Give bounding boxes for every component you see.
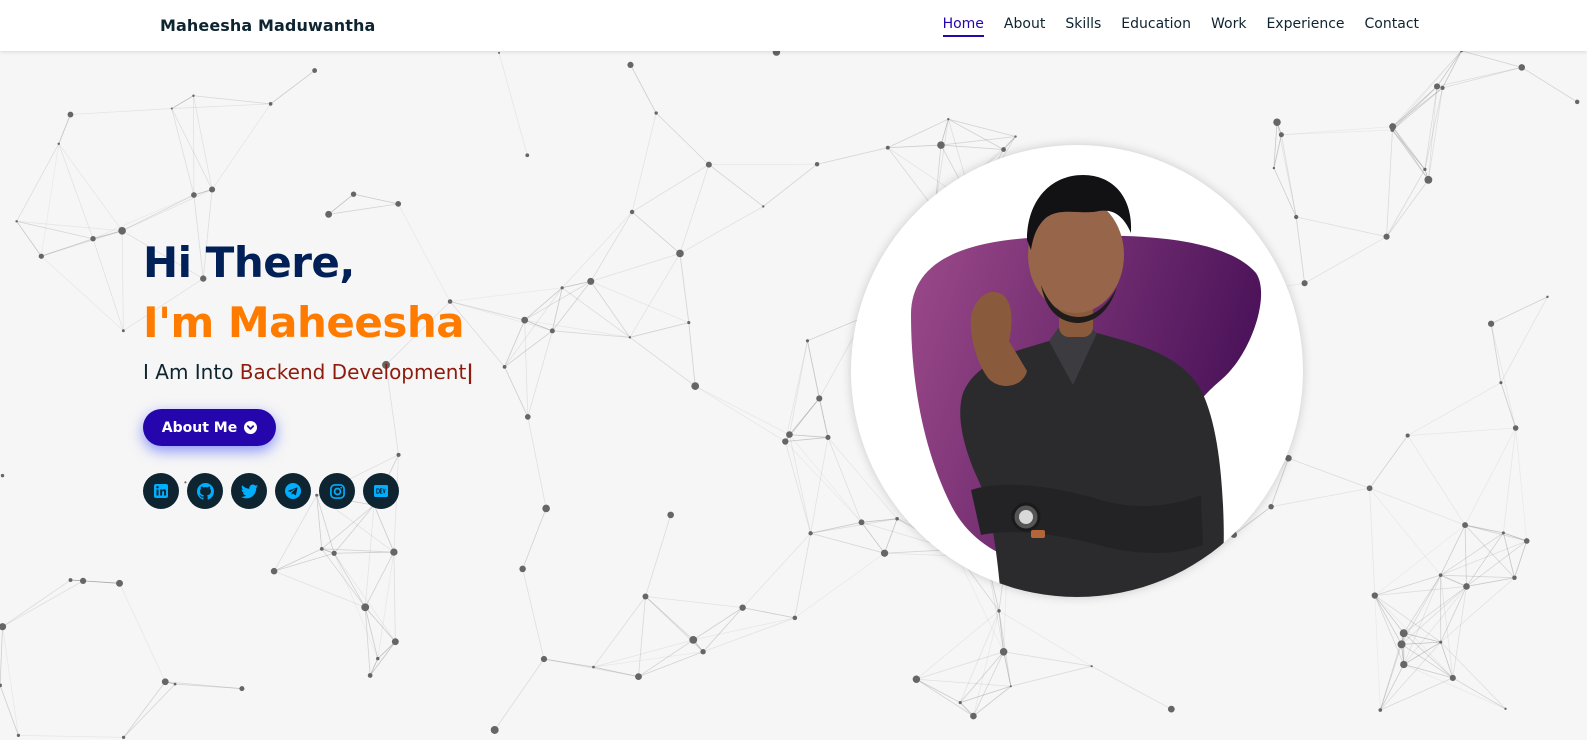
instagram-link[interactable]: [319, 473, 355, 509]
about-me-button-label: About Me: [161, 419, 238, 436]
nav-contact[interactable]: Contact: [1365, 16, 1419, 37]
telegram-icon: [285, 483, 301, 499]
hero-content: Hi There, I'm Maheesha I Am Into Backend…: [143, 238, 474, 384]
twitter-icon: [240, 483, 258, 498]
linkedin-icon: [154, 484, 168, 498]
nav-education[interactable]: Education: [1121, 16, 1191, 37]
instagram-icon: [329, 483, 345, 499]
nav-about[interactable]: About: [1004, 16, 1045, 37]
chevron-circle-down-icon: [244, 421, 258, 434]
dev-link[interactable]: [363, 473, 399, 509]
nav-work[interactable]: Work: [1211, 16, 1246, 37]
hero-name: I'm Maheesha: [143, 298, 465, 347]
dev-icon: [374, 485, 388, 497]
hero-greeting: Hi There,: [143, 238, 355, 287]
social-links: [143, 473, 399, 509]
role-typed-text: Backend Development: [239, 360, 467, 384]
nav-experience[interactable]: Experience: [1266, 16, 1344, 37]
main-navigation: Home About Skills Education Work Experie…: [942, 16, 1419, 37]
hero-role: I Am Into Backend Development|: [143, 360, 474, 384]
site-header: Maheesha Maduwantha Home About Skills Ed…: [0, 0, 1587, 51]
twitter-link[interactable]: [231, 473, 267, 509]
linkedin-link[interactable]: [143, 473, 179, 509]
github-icon: [196, 482, 214, 500]
about-me-button[interactable]: About Me: [143, 409, 276, 446]
brand-name[interactable]: Maheesha Maduwantha: [160, 16, 375, 35]
person-figure: [960, 175, 1224, 597]
role-prefix: I Am Into: [143, 360, 234, 384]
profile-photo: [851, 145, 1303, 597]
typing-cursor: |: [466, 360, 474, 384]
github-link[interactable]: [187, 473, 223, 509]
nav-home[interactable]: Home: [942, 16, 984, 37]
telegram-link[interactable]: [275, 473, 311, 509]
nav-skills[interactable]: Skills: [1065, 16, 1101, 37]
